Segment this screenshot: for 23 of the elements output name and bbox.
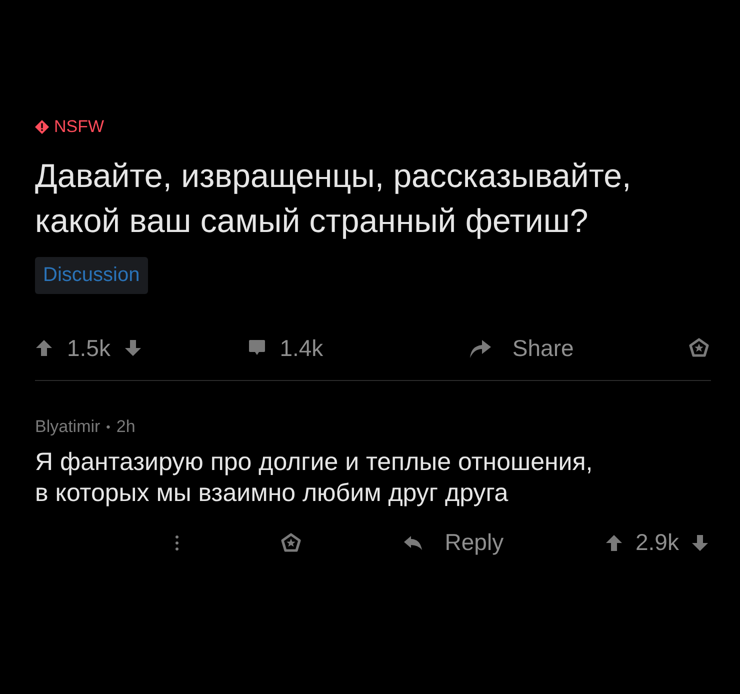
post-title: Давайте, извращенцы, рассказывайте, какой ваш самый странный фетиш? (35, 156, 632, 241)
downvote-icon[interactable] (690, 534, 709, 552)
vote-count: 2.9k (635, 529, 679, 556)
upvote-icon[interactable] (605, 534, 624, 552)
more-options-icon[interactable] (175, 534, 179, 552)
flair-tag[interactable]: Discussion (35, 257, 148, 294)
downvote-icon[interactable] (124, 339, 142, 357)
reply-button[interactable]: Reply (402, 529, 504, 556)
separator-dot: • (106, 420, 110, 434)
warning-icon (35, 120, 49, 134)
award-icon[interactable] (280, 532, 301, 552)
comment-count: 1.4k (280, 334, 324, 362)
comment-text: Я фантазирую про долгие и теплые отношения, в которых мы взаимно любим друг друга (35, 447, 594, 509)
comment-icon[interactable] (248, 339, 266, 357)
comment-age: 2h (116, 417, 136, 437)
award-icon[interactable] (689, 338, 709, 358)
nsfw-text: NSFW (54, 117, 104, 137)
share-button[interactable]: Share (468, 334, 574, 362)
comment-author[interactable]: Blyatimir (35, 417, 100, 437)
share-arrow-icon[interactable] (468, 337, 492, 359)
reply-arrow-icon[interactable] (402, 534, 423, 550)
upvote-icon[interactable] (35, 339, 53, 357)
vote-count: 1.5k (67, 334, 110, 362)
